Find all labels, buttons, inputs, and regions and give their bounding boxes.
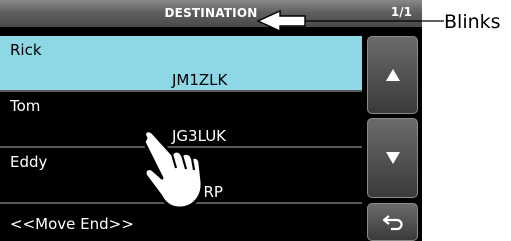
arrow-left-icon [256, 9, 306, 33]
callout-overlay [142, 9, 444, 210]
hand-pointer-icon [142, 129, 204, 210]
callout-label: Blinks [444, 11, 501, 33]
